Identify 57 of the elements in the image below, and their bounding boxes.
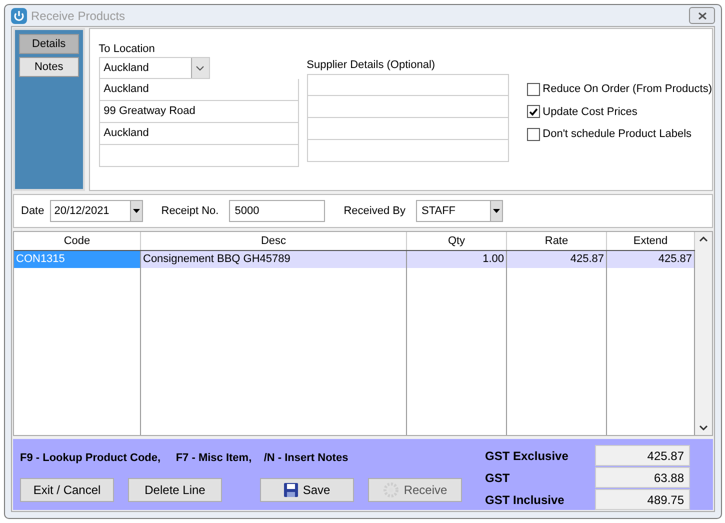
column-header[interactable]: Qty [407,232,507,250]
total-label: GST Inclusive [485,492,566,508]
address-field[interactable]: Auckland [98,79,299,101]
supplier-field[interactable] [306,140,509,162]
column-header[interactable]: Rate [507,232,607,250]
side-tab[interactable]: Details [19,34,79,54]
close-button[interactable] [689,7,715,24]
dropdown-button[interactable] [130,201,142,221]
address-field[interactable]: 99 Greatway Road [98,101,299,123]
address-field[interactable] [98,145,299,167]
power-icon [11,8,27,24]
shortcut-hint: F9 - Lookup Product Code, F7 - Misc Item, /N - Insert Notes [20,451,350,466]
checkbox[interactable] [526,105,540,118]
field-label: Receipt No. [161,204,219,219]
total-label: GST Exclusive [485,448,570,464]
close-icon [698,12,706,20]
checkbox-label: Reduce On Order (From Products) [542,82,712,97]
checkbox[interactable] [526,82,540,96]
scrollbar[interactable] [695,232,712,435]
supplier-field[interactable] [306,74,509,96]
side-tab[interactable]: Notes [19,57,79,77]
save-button[interactable]: Save [260,478,354,502]
scroll-up-icon[interactable] [699,236,708,242]
checkbox-label: Update Cost Prices [542,104,638,120]
chevron-down-icon [196,66,204,70]
field-label: Supplier Details (Optional) [306,58,436,73]
action-button[interactable]: Exit / Cancel [20,478,114,502]
caret-icon [133,209,140,213]
table-cell: 1.00 [407,251,507,268]
total-value: 489.75 [595,489,690,510]
total-value: 63.88 [595,467,690,488]
column-header[interactable]: Code [14,232,141,250]
staff-dropdown[interactable]: STAFF [416,200,502,222]
table-cell: 425.87 [607,251,695,268]
supplier-field[interactable] [306,118,509,140]
action-button[interactable]: Delete Line [128,478,222,502]
field-label: Received By [344,204,406,219]
check-icon [528,108,538,116]
total-label: GST [485,470,511,486]
caret-icon [492,209,500,213]
location-dropdown[interactable]: Auckland [98,57,210,79]
scroll-down-icon[interactable] [699,425,708,431]
total-value: 425.87 [595,445,690,466]
supplier-field[interactable] [306,96,509,118]
date-picker[interactable]: 20/12/2021 [50,200,144,222]
receipt-field[interactable]: 5000 [228,200,325,222]
window-title: Receive Products [31,8,126,24]
table-cell: 425.87 [507,251,607,268]
address-field[interactable]: Auckland [98,123,299,145]
table-cell: CON1315 [14,251,141,268]
field-label: To Location [98,42,156,57]
field-label: Date [21,204,44,219]
checkbox[interactable] [526,128,540,141]
dropdown-button[interactable] [490,201,502,221]
table-cell: Consignement BBQ GH45789 [141,251,407,268]
column-header[interactable]: Desc [141,232,407,250]
checkbox-label: Don't schedule Product Labels [542,127,692,142]
